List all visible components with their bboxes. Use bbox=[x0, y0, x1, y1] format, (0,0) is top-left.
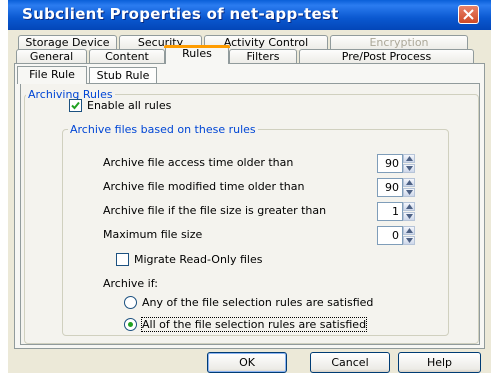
tab-pre-post-process[interactable]: Pre/Post Process bbox=[299, 49, 474, 64]
arrow-up-icon bbox=[406, 156, 413, 161]
all-rules-radio[interactable] bbox=[124, 318, 137, 331]
file-size-greater-label: Archive file if the file size is greater… bbox=[103, 204, 327, 217]
tab-filters[interactable]: Filters bbox=[229, 49, 297, 64]
enable-all-rules-label: Enable all rules bbox=[87, 99, 172, 112]
access-time-label: Archive file access time older than bbox=[103, 156, 294, 169]
modified-time-label: Archive file modified time older than bbox=[103, 180, 305, 193]
subtab-stub-rule[interactable]: Stub Rule bbox=[89, 67, 157, 84]
migrate-readonly-checkbox[interactable] bbox=[116, 253, 129, 266]
tab-rules[interactable]: Rules bbox=[164, 45, 230, 64]
arrow-down-icon bbox=[406, 214, 413, 219]
arrow-up-icon bbox=[406, 204, 413, 209]
access-time-up-button[interactable] bbox=[403, 154, 415, 163]
access-time-down-button[interactable] bbox=[403, 164, 415, 173]
tab-general[interactable]: General bbox=[16, 49, 87, 64]
enable-all-rules-checkbox[interactable] bbox=[69, 99, 82, 112]
close-icon bbox=[463, 9, 474, 20]
subtab-file-rule[interactable]: File Rule bbox=[17, 66, 87, 84]
access-time-spinner[interactable]: 90 bbox=[377, 154, 415, 173]
migrate-readonly-label: Migrate Read-Only files bbox=[134, 253, 263, 266]
modified-time-value[interactable]: 90 bbox=[377, 178, 403, 197]
tab-content[interactable]: Content bbox=[89, 49, 165, 64]
maximum-file-size-value[interactable]: 0 bbox=[377, 226, 403, 245]
title-bar[interactable]: Subclient Properties of net-app-test bbox=[8, 0, 491, 30]
radio-selected-dot bbox=[128, 322, 133, 327]
based-on-rules-legend: Archive files based on these rules bbox=[68, 123, 258, 136]
modified-time-up-button[interactable] bbox=[403, 178, 415, 187]
arrow-down-icon bbox=[406, 238, 413, 243]
tab-storage-device[interactable]: Storage Device bbox=[18, 35, 117, 50]
help-button[interactable]: Help bbox=[398, 352, 481, 373]
all-rules-label: All of the file selection rules are sati… bbox=[140, 317, 368, 332]
cancel-button[interactable]: Cancel bbox=[310, 352, 390, 373]
archive-if-label: Archive if: bbox=[103, 277, 158, 290]
maximum-file-size-spinner[interactable]: 0 bbox=[377, 226, 415, 245]
arrow-up-icon bbox=[406, 228, 413, 233]
subclient-properties-dialog: Subclient Properties of net-app-test Sto… bbox=[8, 0, 491, 373]
any-rules-radio[interactable] bbox=[124, 296, 137, 309]
tab-encryption: Encryption bbox=[330, 35, 468, 50]
ok-button[interactable]: OK bbox=[207, 352, 287, 373]
checkmark-icon bbox=[71, 101, 80, 110]
arrow-up-icon bbox=[406, 180, 413, 185]
modified-time-spinner[interactable]: 90 bbox=[377, 178, 415, 197]
any-rules-label: Any of the file selection rules are sati… bbox=[142, 296, 374, 309]
window-title: Subclient Properties of net-app-test bbox=[22, 5, 339, 23]
modified-time-down-button[interactable] bbox=[403, 188, 415, 197]
maximum-file-size-down-button[interactable] bbox=[403, 236, 415, 245]
file-size-greater-value[interactable]: 1 bbox=[377, 202, 403, 221]
maximum-file-size-label: Maximum file size bbox=[103, 228, 203, 241]
file-size-greater-up-button[interactable] bbox=[403, 202, 415, 211]
arrow-down-icon bbox=[406, 190, 413, 195]
close-button[interactable] bbox=[458, 5, 479, 24]
access-time-value[interactable]: 90 bbox=[377, 154, 403, 173]
file-size-greater-spinner[interactable]: 1 bbox=[377, 202, 415, 221]
maximum-file-size-up-button[interactable] bbox=[403, 226, 415, 235]
file-size-greater-down-button[interactable] bbox=[403, 212, 415, 221]
arrow-down-icon bbox=[406, 166, 413, 171]
